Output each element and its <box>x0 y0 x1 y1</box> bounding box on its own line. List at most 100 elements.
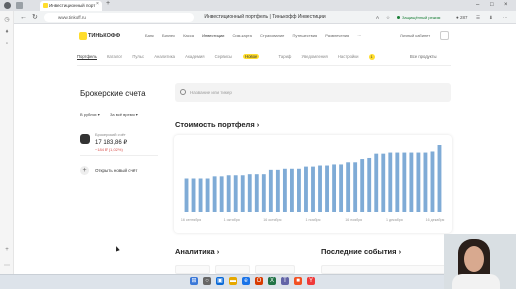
events-title[interactable]: Последние события › <box>321 247 401 256</box>
chart-bar[interactable] <box>367 157 372 212</box>
teams-icon[interactable]: T <box>281 277 289 285</box>
chart-bar[interactable] <box>332 164 337 212</box>
chart-bar[interactable] <box>254 174 259 212</box>
chart-bar[interactable] <box>219 176 224 212</box>
chart-bar[interactable] <box>304 166 308 212</box>
bookmarks-panel-icon[interactable]: ◷ <box>3 16 11 24</box>
analytics-card[interactable] <box>175 265 210 274</box>
account-label[interactable]: Брокерский счёт <box>95 132 126 137</box>
chart-bar[interactable] <box>381 153 386 212</box>
chart-bar[interactable] <box>339 164 344 212</box>
chart-bar[interactable] <box>409 152 414 212</box>
period-filter[interactable]: За всё время ▾ <box>110 112 138 117</box>
chart-bar[interactable] <box>437 145 442 212</box>
tab-academy[interactable]: Академия <box>185 54 204 59</box>
explorer-icon[interactable]: ▬ <box>229 277 237 285</box>
task-view-icon[interactable]: ▣ <box>216 277 224 285</box>
chart-bar[interactable] <box>247 174 252 212</box>
chart-bar[interactable] <box>261 174 266 212</box>
tab-services[interactable]: Сервисы Новое <box>215 54 269 59</box>
portfolio-value-title[interactable]: Стоимость портфеля › <box>175 120 259 129</box>
open-account-button[interactable]: Открыть новый счёт <box>95 168 137 173</box>
nav-bank[interactable]: Банк <box>145 33 154 38</box>
chart-bar[interactable] <box>318 165 322 212</box>
new-tab-icon[interactable]: + <box>106 0 110 7</box>
nav-entertainment[interactable]: Развлечения <box>325 33 349 38</box>
nav-more[interactable]: ··· <box>357 33 361 38</box>
chart-bar[interactable] <box>205 178 210 213</box>
tab-investments[interactable]: Инвестиционный порт <box>40 1 102 11</box>
extension-badge[interactable]: ● 287 <box>456 13 467 22</box>
tab-notifications[interactable]: Уведомления <box>302 54 328 59</box>
chart-bar[interactable] <box>423 152 428 212</box>
notifications-icon[interactable]: ♦ <box>3 28 11 36</box>
plus-icon[interactable]: + <box>80 166 89 175</box>
taskbar-search-icon[interactable]: ○ <box>203 277 211 285</box>
browser-menu-icon[interactable] <box>4 2 11 9</box>
tab-analytics[interactable]: Аналитика <box>154 54 175 59</box>
chart-bar[interactable] <box>184 178 189 213</box>
chart-bar[interactable] <box>416 152 421 212</box>
chart-bar[interactable] <box>268 169 273 212</box>
workspaces-icon[interactable] <box>16 2 23 9</box>
nav-kassa[interactable]: Касса <box>183 33 194 38</box>
chart-bar[interactable] <box>395 152 400 212</box>
account-value[interactable]: 17 183,86 ₽ <box>95 139 127 146</box>
logo[interactable]: ТИНЬКОФФ <box>78 32 120 40</box>
all-products-link[interactable]: Все продукты <box>410 53 437 60</box>
nav-sim[interactable]: Сим-карта <box>232 33 251 38</box>
nav-travel[interactable]: Путешествия <box>292 33 317 38</box>
event-card[interactable] <box>321 265 451 274</box>
chart-bar[interactable] <box>311 166 315 212</box>
nav-insurance[interactable]: Страхование <box>260 33 284 38</box>
tab-pulse[interactable]: Пульс <box>132 54 144 59</box>
start-icon[interactable]: ⊞ <box>190 277 198 285</box>
minimize-icon[interactable]: – <box>476 0 479 11</box>
tab-portfolio[interactable]: Портфель <box>77 54 97 60</box>
chart-bar[interactable] <box>233 175 238 212</box>
messenger-icon[interactable]: ▫ <box>3 40 11 48</box>
search-input[interactable]: Название или тикер <box>175 83 451 102</box>
tab-catalog[interactable]: Каталог <box>107 54 122 59</box>
favorite-icon[interactable]: ☆ <box>386 13 390 22</box>
excel-icon[interactable]: X <box>268 277 276 285</box>
nav-business[interactable]: Бизнес <box>162 33 175 38</box>
refresh-icon[interactable]: ↻ <box>32 12 38 23</box>
chart-bar[interactable] <box>360 159 365 212</box>
nav-investments[interactable]: Инвестиции <box>202 33 224 38</box>
analytics-card[interactable] <box>255 265 295 274</box>
user-menu-icon[interactable] <box>440 31 449 40</box>
analytics-card[interactable] <box>215 265 250 274</box>
chart-bar[interactable] <box>430 151 435 212</box>
analytics-title[interactable]: Аналитика › <box>175 247 219 256</box>
chart-bar[interactable] <box>198 178 203 213</box>
office-icon[interactable]: O <box>255 277 263 285</box>
url-field[interactable]: www.tinkoff.ru <box>44 13 194 22</box>
chart-bar[interactable] <box>325 165 329 212</box>
add-panel-icon[interactable]: + <box>3 246 11 254</box>
chart-bar[interactable] <box>388 152 393 212</box>
chart-bar[interactable] <box>282 168 287 212</box>
bookmarks-icon[interactable]: ☰ <box>476 13 480 22</box>
chart-bar[interactable] <box>346 162 351 212</box>
back-icon[interactable]: ← <box>20 12 27 23</box>
personal-account-link[interactable]: Личный кабинет <box>400 32 430 40</box>
tab-settings[interactable]: Настройки 1 <box>338 54 384 60</box>
chart-bar[interactable] <box>289 168 294 212</box>
reader-icon[interactable]: A <box>376 13 379 22</box>
currency-filter[interactable]: В рублях ▾ <box>80 112 100 117</box>
chart-bar[interactable] <box>212 176 217 212</box>
chart-bar[interactable] <box>226 175 231 212</box>
close-window-icon[interactable]: × <box>504 0 508 11</box>
chart-bar[interactable] <box>402 152 407 212</box>
tab-tariff[interactable]: Тариф <box>279 54 292 59</box>
settings-icon[interactable]: ⋯ <box>3 262 11 270</box>
tab-close-icon[interactable]: × <box>96 1 99 7</box>
chart-bar[interactable] <box>353 162 358 212</box>
yandex-browser-icon[interactable]: Y <box>307 277 315 285</box>
chart-bar[interactable] <box>297 168 301 212</box>
protection-status[interactable]: Защищённый режим <box>397 14 440 21</box>
edge-icon[interactable]: e <box>242 277 250 285</box>
chart-bar[interactable] <box>240 175 245 212</box>
store-icon[interactable]: ■ <box>294 277 302 285</box>
